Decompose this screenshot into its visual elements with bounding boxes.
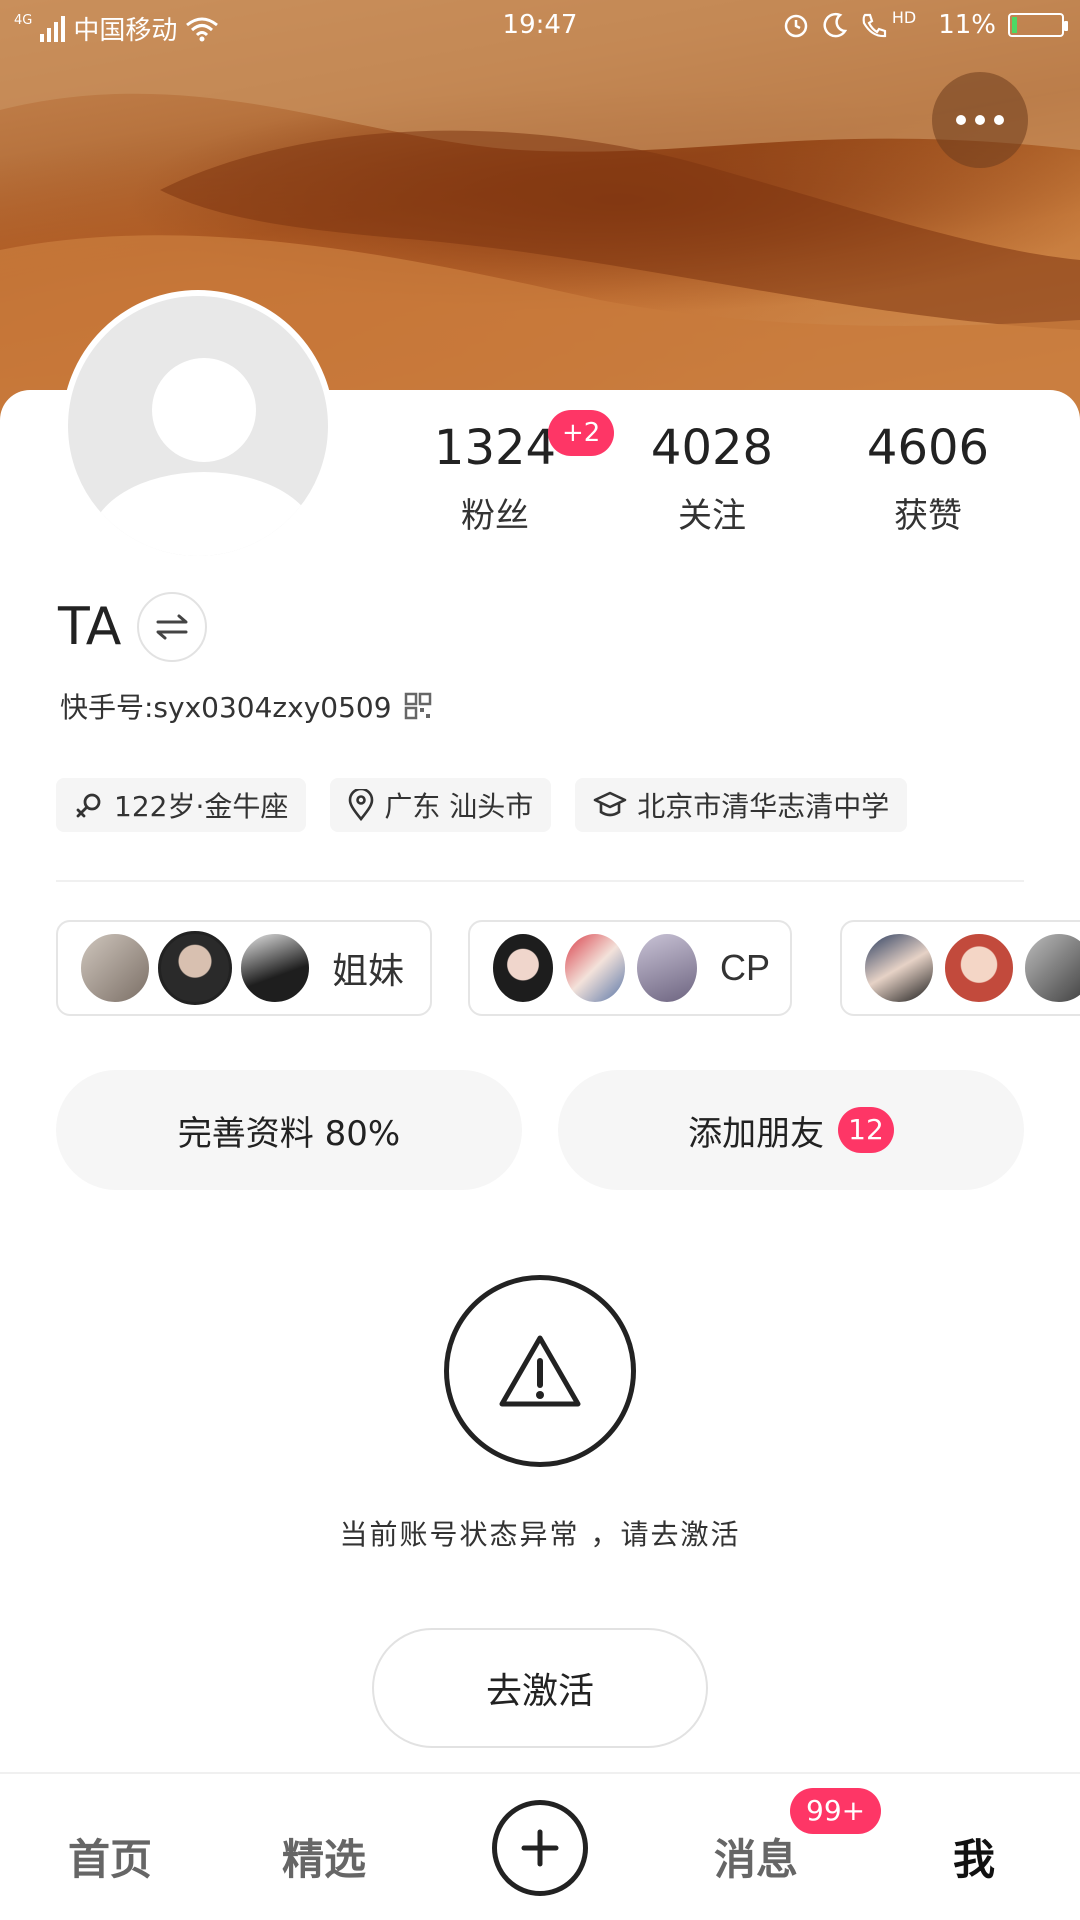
group-label: 姐妹 bbox=[332, 951, 405, 992]
status-bar: 4G 中国移动 19:47 HD 11% bbox=[0, 0, 1080, 56]
group-member-avatar bbox=[634, 931, 700, 1005]
avatar-placeholder-body bbox=[90, 472, 318, 556]
group-third[interactable] bbox=[840, 920, 1080, 1016]
age-zodiac-chip[interactable]: 122岁·金牛座 bbox=[56, 778, 307, 832]
kuaishou-id-row[interactable]: 快手号:syx0304zxy0509 bbox=[60, 686, 432, 726]
location-chip[interactable]: 广东 汕头市 bbox=[330, 778, 552, 832]
battery-icon bbox=[1008, 13, 1068, 37]
group-cp[interactable]: CP bbox=[468, 920, 792, 1016]
female-gender-icon bbox=[76, 793, 101, 818]
hd-label: HD bbox=[891, 7, 917, 27]
group-member-avatar bbox=[158, 931, 232, 1005]
group-member-avatar bbox=[1022, 931, 1080, 1005]
more-dot-icon bbox=[975, 115, 985, 125]
warning-circle bbox=[444, 1275, 636, 1467]
phone-call-icon bbox=[862, 13, 886, 38]
more-dot-icon bbox=[956, 115, 966, 125]
add-friends-label: 添加朋友 bbox=[688, 1113, 825, 1154]
complete-profile-button[interactable]: 完善资料 80% bbox=[56, 1070, 522, 1190]
tab-messages[interactable]: 消息 bbox=[686, 1826, 826, 1887]
warning-triangle-icon bbox=[499, 1335, 581, 1407]
messages-badge: 99+ bbox=[790, 1788, 882, 1834]
fans-new-badge: +2 bbox=[548, 410, 615, 456]
add-friends-button[interactable]: 添加朋友 12 bbox=[558, 1070, 1024, 1190]
tab-featured[interactable]: 精选 bbox=[254, 1826, 394, 1887]
battery-percent: 11% bbox=[938, 10, 996, 40]
likes-stat[interactable]: 4606 获赞 bbox=[828, 420, 1028, 537]
location-pin-icon bbox=[349, 789, 374, 821]
profile-info-chips: 122岁·金牛座 广东 汕头市 北京市清华志清中学 bbox=[56, 778, 908, 832]
group-member-avatar bbox=[942, 931, 1016, 1005]
more-options-button[interactable] bbox=[932, 72, 1028, 168]
group-label: CP bbox=[720, 947, 771, 988]
more-dot-icon bbox=[994, 115, 1004, 125]
qr-code-icon[interactable] bbox=[404, 692, 432, 720]
bottom-tab-bar: 首页 精选 消息 99+ 我 bbox=[0, 1772, 1080, 1920]
graduation-cap-icon bbox=[593, 791, 627, 817]
group-member-avatar bbox=[78, 931, 152, 1005]
fans-label: 粉丝 bbox=[461, 496, 529, 536]
tab-home[interactable]: 首页 bbox=[40, 1826, 180, 1887]
name-row: TA bbox=[58, 592, 208, 662]
complete-profile-label: 完善资料 80% bbox=[177, 1113, 401, 1154]
plus-icon bbox=[521, 1829, 559, 1867]
group-sisters[interactable]: 姐妹 bbox=[56, 920, 432, 1016]
activate-button[interactable]: 去激活 bbox=[372, 1628, 708, 1748]
relationship-groups: 姐妹 CP bbox=[56, 920, 1080, 1016]
following-label: 关注 bbox=[678, 496, 746, 536]
group-member-avatar bbox=[562, 931, 628, 1005]
location-text: 广东 汕头市 bbox=[384, 790, 534, 823]
avatar[interactable] bbox=[62, 290, 334, 562]
alarm-icon bbox=[784, 14, 808, 38]
add-friends-badge: 12 bbox=[838, 1107, 894, 1153]
moon-icon bbox=[823, 12, 848, 38]
school-text: 北京市清华志清中学 bbox=[637, 790, 890, 823]
kuaishou-id: 快手号:syx0304zxy0509 bbox=[60, 691, 392, 724]
likes-label: 获赞 bbox=[894, 496, 962, 536]
following-count: 4028 bbox=[650, 420, 774, 476]
group-member-avatar bbox=[238, 931, 312, 1005]
following-stat[interactable]: 4028 关注 bbox=[612, 420, 812, 537]
tab-me[interactable]: 我 bbox=[904, 1826, 1044, 1887]
age-zodiac-text: 122岁·金牛座 bbox=[114, 790, 289, 823]
profile-actions: 完善资料 80% 添加朋友 12 bbox=[56, 1070, 1024, 1190]
create-post-button[interactable] bbox=[492, 1800, 588, 1896]
switch-account-button[interactable] bbox=[137, 592, 208, 662]
section-divider bbox=[56, 880, 1024, 882]
group-member-avatar bbox=[862, 931, 936, 1005]
profile-name: TA bbox=[58, 597, 122, 657]
likes-count: 4606 bbox=[866, 420, 990, 476]
swap-arrows-icon bbox=[156, 614, 188, 640]
school-chip[interactable]: 北京市清华志清中学 bbox=[575, 778, 908, 832]
account-status-warning: 当前账号状态异常 ，请去激活 bbox=[339, 1518, 741, 1551]
avatar-placeholder-head bbox=[152, 358, 256, 462]
group-member-avatar bbox=[490, 931, 556, 1005]
